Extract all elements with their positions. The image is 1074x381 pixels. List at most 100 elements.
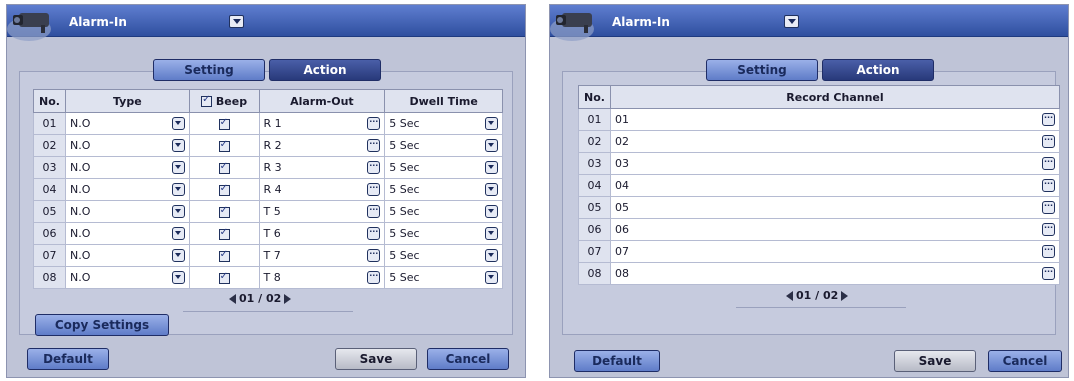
default-button[interactable]: Default	[574, 350, 660, 372]
prev-page-icon[interactable]	[229, 294, 236, 304]
cancel-button[interactable]: Cancel	[988, 350, 1062, 372]
dwell-select[interactable]: 5 Sec	[384, 200, 503, 223]
dropdown-arrow-icon[interactable]	[171, 271, 185, 284]
save-button[interactable]: Save	[894, 350, 976, 372]
tab-setting[interactable]: Setting	[706, 59, 818, 81]
ellipsis-icon[interactable]: ···	[1042, 179, 1055, 192]
dwell-select[interactable]: 5 Sec	[384, 156, 503, 179]
ellipsis-icon[interactable]: ···	[1042, 201, 1055, 214]
next-page-icon[interactable]	[841, 291, 849, 301]
checkbox-checked-icon[interactable]	[218, 227, 230, 240]
alarm-out-select[interactable]: T 6 ···	[258, 222, 386, 245]
ellipsis-icon[interactable]: ···	[1042, 135, 1055, 148]
type-select[interactable]: N.O	[64, 156, 190, 179]
default-button[interactable]: Default	[27, 348, 109, 370]
cancel-button[interactable]: Cancel	[427, 348, 509, 370]
dropdown-arrow-icon[interactable]	[485, 249, 498, 262]
tab-action[interactable]: Action	[269, 59, 381, 81]
record-channel-select[interactable]: 05 ···	[609, 196, 1061, 219]
dropdown-arrow-icon[interactable]	[485, 117, 498, 130]
beep-cell[interactable]	[188, 134, 260, 157]
alarm-out-select[interactable]: R 3 ···	[258, 156, 386, 179]
next-page-icon[interactable]	[284, 294, 292, 304]
ellipsis-icon[interactable]: ···	[367, 161, 381, 174]
dropdown-arrow-icon[interactable]	[485, 205, 498, 218]
ellipsis-icon[interactable]: ···	[367, 271, 381, 284]
dwell-select[interactable]: 5 Sec	[384, 266, 503, 289]
checkbox-checked-icon[interactable]	[218, 249, 230, 262]
type-select[interactable]: N.O	[64, 112, 190, 135]
title-dropdown-icon[interactable]	[229, 15, 244, 28]
alarm-out-value: T 8	[263, 271, 281, 284]
dropdown-arrow-icon[interactable]	[171, 161, 185, 174]
dropdown-arrow-icon[interactable]	[485, 183, 498, 196]
dropdown-arrow-icon[interactable]	[171, 205, 185, 218]
record-channel-select[interactable]: 08 ···	[609, 262, 1061, 285]
ellipsis-icon[interactable]: ···	[1042, 267, 1055, 280]
beep-cell[interactable]	[188, 244, 260, 267]
ellipsis-icon[interactable]: ···	[367, 183, 381, 196]
type-select[interactable]: N.O	[64, 134, 190, 157]
record-channel-select[interactable]: 04 ···	[609, 174, 1061, 197]
beep-cell[interactable]	[188, 200, 260, 223]
ellipsis-icon[interactable]: ···	[1042, 223, 1055, 236]
beep-cell[interactable]	[188, 156, 260, 179]
beep-cell[interactable]	[188, 178, 260, 201]
dwell-select[interactable]: 5 Sec	[384, 222, 503, 245]
alarm-out-select[interactable]: T 7 ···	[258, 244, 386, 267]
type-select[interactable]: N.O	[64, 266, 190, 289]
ellipsis-icon[interactable]: ···	[367, 205, 381, 218]
col-beep-header[interactable]: Beep	[188, 89, 260, 113]
dropdown-arrow-icon[interactable]	[171, 117, 185, 130]
type-select[interactable]: N.O	[64, 200, 190, 223]
dwell-select[interactable]: 5 Sec	[384, 134, 503, 157]
ellipsis-icon[interactable]: ···	[367, 249, 381, 262]
dropdown-arrow-icon[interactable]	[485, 227, 498, 240]
dwell-select[interactable]: 5 Sec	[384, 178, 503, 201]
beep-cell[interactable]	[188, 222, 260, 245]
tab-setting[interactable]: Setting	[153, 59, 265, 81]
type-select[interactable]: N.O	[64, 178, 190, 201]
checkbox-checked-icon[interactable]	[201, 94, 213, 107]
beep-cell[interactable]	[188, 266, 260, 289]
record-channel-select[interactable]: 03 ···	[609, 152, 1061, 175]
ellipsis-icon[interactable]: ···	[1042, 157, 1055, 170]
ellipsis-icon[interactable]: ···	[367, 227, 381, 240]
alarm-out-select[interactable]: R 4 ···	[258, 178, 386, 201]
alarm-out-select[interactable]: R 2 ···	[258, 134, 386, 157]
tab-action[interactable]: Action	[822, 59, 934, 81]
alarm-out-select[interactable]: T 8 ···	[258, 266, 386, 289]
checkbox-checked-icon[interactable]	[218, 271, 230, 284]
dropdown-arrow-icon[interactable]	[171, 139, 185, 152]
checkbox-checked-icon[interactable]	[218, 139, 230, 152]
dropdown-arrow-icon[interactable]	[171, 249, 185, 262]
record-channel-select[interactable]: 02 ···	[609, 130, 1061, 153]
checkbox-checked-icon[interactable]	[218, 161, 230, 174]
dropdown-arrow-icon[interactable]	[485, 139, 498, 152]
record-channel-select[interactable]: 06 ···	[609, 218, 1061, 241]
dropdown-arrow-icon[interactable]	[485, 271, 498, 284]
ellipsis-icon[interactable]: ···	[367, 117, 381, 130]
record-channel-select[interactable]: 07 ···	[609, 240, 1061, 263]
dropdown-arrow-icon[interactable]	[171, 227, 185, 240]
dropdown-arrow-icon[interactable]	[171, 183, 185, 196]
type-select[interactable]: N.O	[64, 222, 190, 245]
ellipsis-icon[interactable]: ···	[1042, 245, 1055, 258]
ellipsis-icon[interactable]: ···	[367, 139, 381, 152]
type-select[interactable]: N.O	[64, 244, 190, 267]
record-channel-select[interactable]: 01 ···	[609, 108, 1061, 131]
beep-cell[interactable]	[188, 112, 260, 135]
checkbox-checked-icon[interactable]	[218, 117, 230, 130]
checkbox-checked-icon[interactable]	[218, 183, 230, 196]
dwell-select[interactable]: 5 Sec	[384, 112, 503, 135]
ellipsis-icon[interactable]: ···	[1042, 113, 1055, 126]
save-button[interactable]: Save	[335, 348, 417, 370]
title-dropdown-icon[interactable]	[784, 15, 799, 28]
alarm-out-select[interactable]: T 5 ···	[258, 200, 386, 223]
checkbox-checked-icon[interactable]	[218, 205, 230, 218]
alarm-out-select[interactable]: R 1 ···	[258, 112, 386, 135]
prev-page-icon[interactable]	[786, 291, 793, 301]
dropdown-arrow-icon[interactable]	[485, 161, 498, 174]
copy-settings-button[interactable]: Copy Settings	[35, 314, 169, 336]
dwell-select[interactable]: 5 Sec	[384, 244, 503, 267]
